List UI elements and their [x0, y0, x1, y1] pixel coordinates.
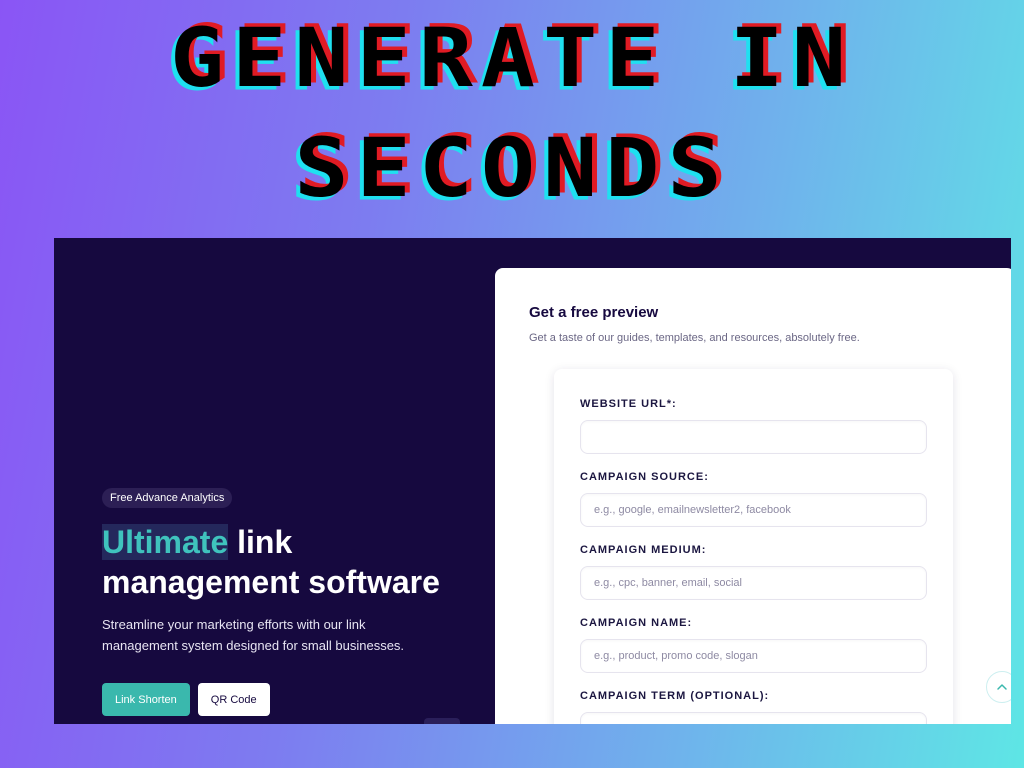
website-url-input[interactable]: [580, 420, 927, 454]
campaign-name-label: CAMPAIGN NAME:: [580, 617, 693, 629]
website-screenshot: Free Advance Analytics Ultimate link man…: [54, 238, 1011, 724]
scroll-to-top-button[interactable]: [986, 671, 1011, 703]
campaign-term-label: CAMPAIGN TERM (OPTIONAL):: [580, 690, 770, 702]
hero-buttons: Link Shorten QR Code: [102, 683, 502, 716]
decorative-shape: [424, 718, 460, 724]
analytics-badge: Free Advance Analytics: [102, 488, 233, 508]
campaign-source-input[interactable]: [580, 493, 927, 527]
hero-description-line-1: Streamline your marketing efforts with o…: [102, 617, 366, 632]
website-url-label: WEBSITE URL*:: [580, 398, 677, 410]
field-campaign-name: CAMPAIGN NAME:: [580, 617, 927, 673]
campaign-medium-label: CAMPAIGN MEDIUM:: [580, 544, 707, 556]
campaign-name-input[interactable]: [580, 639, 927, 673]
field-campaign-medium: CAMPAIGN MEDIUM:: [580, 544, 927, 600]
hero-description-line-2: management system designed for small bus…: [102, 638, 405, 653]
chevron-up-icon: [997, 684, 1007, 690]
hero-description: Streamline your marketing efforts with o…: [102, 614, 502, 656]
utm-form: WEBSITE URL*: CAMPAIGN SOURCE: CAMPAIGN …: [554, 369, 953, 724]
campaign-medium-input[interactable]: [580, 566, 927, 600]
headline: GENERATE IN SECONDS: [0, 14, 1024, 214]
campaign-source-label: CAMPAIGN SOURCE:: [580, 471, 709, 483]
card-title: Get a free preview: [529, 304, 659, 321]
hero-title-rest: link: [237, 524, 293, 560]
qr-code-button[interactable]: QR Code: [197, 683, 270, 716]
hero-title: Ultimate link management software: [102, 522, 502, 602]
campaign-term-input[interactable]: [580, 712, 927, 724]
link-shorten-button[interactable]: Link Shorten: [102, 683, 190, 716]
field-campaign-term: CAMPAIGN TERM (OPTIONAL):: [580, 690, 927, 724]
preview-card: Get a free preview Get a taste of our gu…: [495, 268, 1011, 724]
hero-title-accent: Ultimate: [102, 524, 229, 560]
headline-line-2: SECONDS: [294, 121, 730, 216]
field-website-url: WEBSITE URL*:: [580, 398, 927, 454]
headline-line-1: GENERATE IN: [169, 11, 855, 106]
hero-title-line-2: management software: [102, 564, 440, 600]
card-subtitle: Get a taste of our guides, templates, an…: [529, 332, 860, 344]
field-campaign-source: CAMPAIGN SOURCE:: [580, 471, 927, 527]
hero-section: Free Advance Analytics Ultimate link man…: [102, 488, 502, 716]
